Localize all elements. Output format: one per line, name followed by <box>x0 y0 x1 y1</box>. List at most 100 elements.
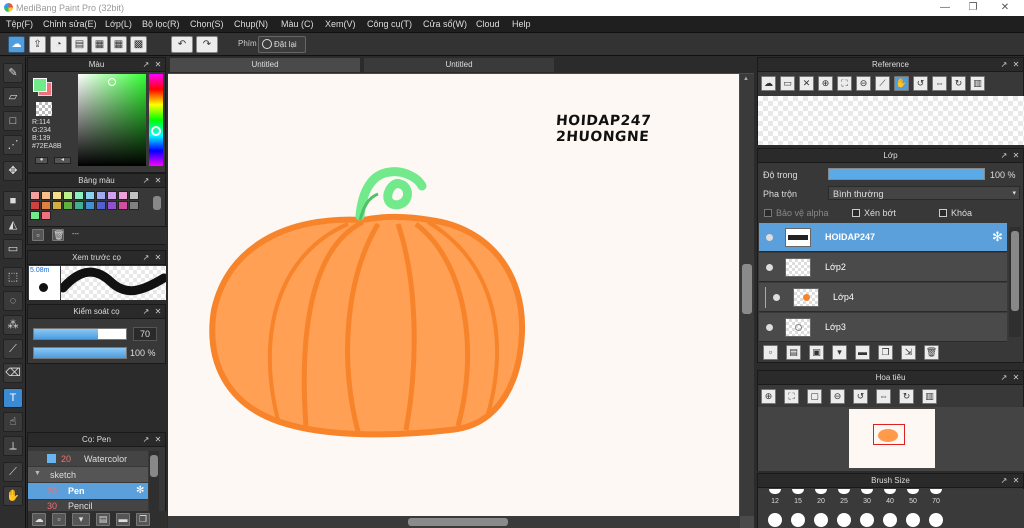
layer-row-lop2[interactable]: Lớp2 <box>759 253 1007 282</box>
blend-mode-select[interactable]: Bình thường ▾ <box>828 186 1020 200</box>
reset-button[interactable]: Đặt lại <box>258 36 306 53</box>
grid-icon[interactable]: ▦ <box>110 36 127 53</box>
lock-checkbox[interactable] <box>939 209 947 217</box>
palette-swatch[interactable] <box>41 201 51 210</box>
rotate-right-icon[interactable]: ↻ <box>951 76 966 91</box>
comment-icon[interactable]: ◔ <box>50 36 67 53</box>
brush-add-icon[interactable]: ▾ <box>72 513 90 526</box>
new-layer-icon[interactable]: ▫ <box>763 345 778 360</box>
layer-opacity-slider[interactable] <box>828 168 985 180</box>
palette-swatch[interactable] <box>41 211 51 220</box>
color-mode-button[interactable]: ● <box>35 157 48 164</box>
text-tool-icon[interactable]: T <box>3 388 23 408</box>
bucket-tool-icon[interactable]: ◭ <box>3 215 23 235</box>
palette-swatch[interactable] <box>30 211 40 220</box>
protect-alpha-checkbox[interactable] <box>764 209 772 217</box>
flip-icon[interactable]: ⇔ <box>932 76 947 91</box>
select-eraser-icon[interactable]: ⌫ <box>3 363 23 383</box>
palette-swatch[interactable] <box>63 201 73 210</box>
brush-duplicate-icon[interactable]: ❐ <box>136 513 150 526</box>
share-icon[interactable]: ⇪ <box>29 36 46 53</box>
menu-view[interactable]: Xem(V) <box>325 19 356 29</box>
panel-float-icon[interactable]: ↗ <box>141 433 151 447</box>
swap-color-button[interactable]: ◂ <box>54 157 71 164</box>
fill-rect-tool-icon[interactable]: ■ <box>3 191 23 211</box>
menu-help[interactable]: Help <box>512 19 531 29</box>
panel-close-icon[interactable]: ✕ <box>1011 58 1021 72</box>
menu-select[interactable]: Chọn(S) <box>190 19 224 29</box>
add-layer-menu-icon[interactable]: ▾ <box>832 345 847 360</box>
export-icon[interactable]: ▦ <box>91 36 108 53</box>
new-palette-button[interactable]: ▫ <box>32 229 44 241</box>
menu-tools[interactable]: Công cụ(T) <box>367 19 412 29</box>
brush-list-scrollbar[interactable] <box>149 451 159 511</box>
magic-wand-icon[interactable]: ⁂ <box>3 315 23 335</box>
menu-color[interactable]: Màu (C) <box>281 19 314 29</box>
copy-layer-icon[interactable]: ❐ <box>878 345 893 360</box>
move-tool-icon[interactable]: ✥ <box>3 161 23 181</box>
panel-close-icon[interactable]: ✕ <box>1011 474 1021 488</box>
menu-edit[interactable]: Chỉnh sửa(E) <box>43 19 97 29</box>
zoom-out-icon[interactable]: ⊖ <box>856 76 871 91</box>
panel-close-icon[interactable]: ✕ <box>153 305 163 319</box>
nav-flip-icon[interactable]: ⇔ <box>876 389 891 404</box>
brush-size-option[interactable] <box>814 513 828 527</box>
menu-layer[interactable]: Lớp(L) <box>105 19 132 29</box>
transparent-swatch[interactable] <box>36 102 52 116</box>
main-color-swatch[interactable] <box>33 78 47 92</box>
new-halftone-layer-icon[interactable]: ▤ <box>786 345 801 360</box>
layer-row-lop4[interactable]: Lớp4 <box>759 283 1007 312</box>
palette-swatch[interactable] <box>118 191 128 200</box>
panel-float-icon[interactable]: ↗ <box>141 58 151 72</box>
layer-row-lop3[interactable]: Lớp3 <box>759 313 1007 342</box>
panel-float-icon[interactable]: ↗ <box>141 305 151 319</box>
brush-size-option[interactable] <box>884 489 896 494</box>
panel-float-icon[interactable]: ↗ <box>141 251 151 265</box>
palette-swatch[interactable] <box>96 201 106 210</box>
palette-swatch[interactable] <box>96 191 106 200</box>
fit-icon[interactable]: ⛶ <box>837 76 852 91</box>
palette-swatch[interactable] <box>30 201 40 210</box>
select-pen-icon[interactable]: ⟋ <box>3 339 23 359</box>
panel-float-icon[interactable]: ↗ <box>999 474 1009 488</box>
eraser-tool-icon[interactable]: ▱ <box>3 87 23 107</box>
palette-swatch[interactable] <box>107 191 117 200</box>
horizontal-scroll-thumb[interactable] <box>408 518 508 526</box>
palette-scrollbar[interactable] <box>153 196 161 210</box>
menu-window[interactable]: Cửa sổ(W) <box>423 19 467 29</box>
hand-tool-icon[interactable]: ✋ <box>3 486 23 506</box>
layer-row-hoidap247[interactable]: HOIDAP247 ✻ <box>759 223 1007 252</box>
reference-close-icon[interactable]: ✕ <box>799 76 814 91</box>
palette-swatch[interactable] <box>41 191 51 200</box>
nav-settings-icon[interactable]: ▥ <box>922 389 937 404</box>
redo-icon[interactable]: ↷ <box>196 36 218 53</box>
nav-rotate-right-icon[interactable]: ↻ <box>899 389 914 404</box>
palette-swatch[interactable] <box>107 201 117 210</box>
rectangle-tool-icon[interactable]: □ <box>3 111 23 131</box>
eyedropper-tool-icon[interactable]: ⟂ <box>3 436 23 456</box>
palette-swatch[interactable] <box>74 201 84 210</box>
panel-float-icon[interactable]: ↗ <box>141 174 151 188</box>
reference-open-icon[interactable]: ▭ <box>780 76 795 91</box>
minimize-button[interactable]: — <box>930 1 960 15</box>
select-tool-icon[interactable]: ⬚ <box>3 267 23 287</box>
brush-folder-icon[interactable]: ▬ <box>116 513 130 526</box>
brush-size-option[interactable] <box>792 489 804 494</box>
panel-close-icon[interactable]: ✕ <box>153 58 163 72</box>
panel-float-icon[interactable]: ↗ <box>999 371 1009 385</box>
undo-icon[interactable]: ↶ <box>171 36 193 53</box>
palette-swatch[interactable] <box>52 201 62 210</box>
navigator-viewport[interactable] <box>873 424 905 445</box>
hand-icon[interactable]: ✋ <box>894 76 909 91</box>
palette-swatch[interactable] <box>30 191 40 200</box>
panel-float-icon[interactable]: ↗ <box>999 149 1009 163</box>
brush-size-option[interactable] <box>929 513 943 527</box>
brush-size-option[interactable] <box>791 513 805 527</box>
brush-item-watercolor[interactable]: 20 Watercolor <box>28 451 148 466</box>
nav-zoom-in-icon[interactable]: ⊕ <box>761 389 776 404</box>
brush-size-option[interactable] <box>769 489 781 494</box>
nav-fit-icon[interactable]: ⛶ <box>784 389 799 404</box>
palette-swatch[interactable] <box>63 191 73 200</box>
brush-new-icon[interactable]: ▫ <box>52 513 66 526</box>
layer-visibility-icon[interactable] <box>773 294 780 301</box>
